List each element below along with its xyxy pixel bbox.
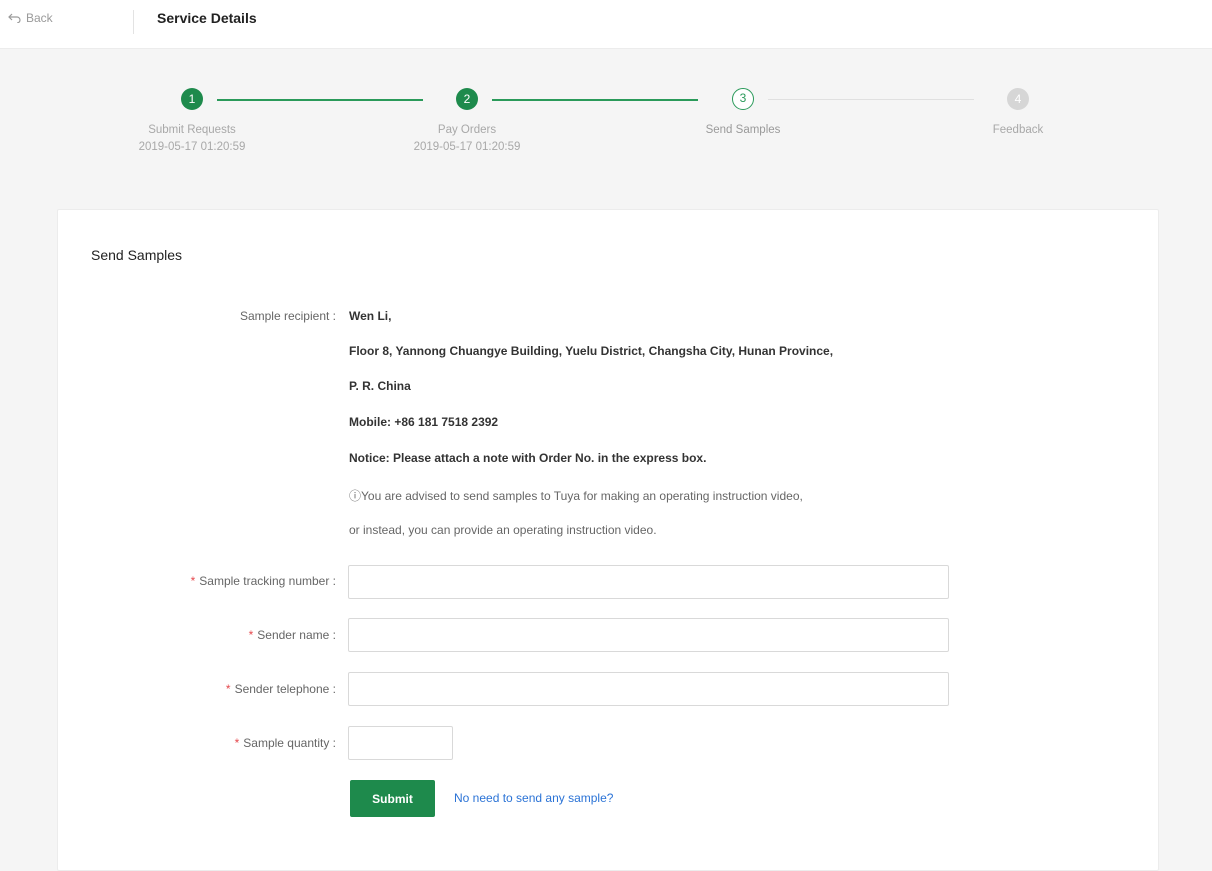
step-connector-1	[217, 99, 423, 101]
progress-stepper: 1 Submit Requests 2019-05-17 01:20:59 2 …	[0, 80, 1212, 180]
recipient-mobile: Mobile: +86 181 7518 2392	[349, 415, 499, 429]
recipient-address-line-1: Floor 8, Yannong Chuangye Building, Yuel…	[349, 344, 834, 358]
required-marker: *	[225, 682, 231, 696]
send-samples-card: Send Samples Sample recipient : Wen Li, …	[57, 209, 1159, 871]
sample-quantity-label-text: Sample quantity :	[243, 736, 336, 750]
page-title: Service Details	[157, 10, 257, 26]
back-arrow-icon	[8, 13, 22, 23]
required-marker: *	[190, 574, 196, 588]
step-1-time: 2019-05-17 01:20:59	[138, 141, 246, 153]
recipient-address-line-2: P. R. China	[349, 379, 411, 393]
recipient-label: Sample recipient :	[239, 309, 336, 323]
header-divider	[133, 10, 134, 34]
sender-telephone-label-text: Sender telephone :	[234, 682, 336, 696]
step-1-check-icon: 1	[181, 88, 203, 110]
sender-telephone-label: * Sender telephone :	[58, 682, 336, 696]
section-title: Send Samples	[91, 247, 183, 263]
step-connector-2	[492, 99, 698, 101]
required-marker: *	[248, 628, 254, 642]
step-4-label: Feedback	[992, 124, 1044, 136]
sample-quantity-input[interactable]	[348, 726, 453, 760]
tracking-number-input[interactable]	[348, 565, 949, 599]
no-sample-link[interactable]: No need to send any sample?	[454, 791, 613, 805]
video-advice-line-2: or instead, you can provide an operating…	[349, 523, 657, 537]
step-2-check-icon: 2	[456, 88, 478, 110]
step-2-label: Pay Orders	[437, 124, 497, 136]
sample-quantity-label: * Sample quantity :	[58, 736, 336, 750]
recipient-name: Wen Li,	[349, 309, 392, 323]
sender-name-label-text: Sender name :	[257, 628, 336, 642]
step-3-label: Send Samples	[705, 124, 781, 136]
step-connector-3	[768, 99, 974, 100]
sender-telephone-input[interactable]	[348, 672, 949, 706]
tracking-number-label: * Sample tracking number :	[58, 574, 336, 588]
step-1-label: Submit Requests	[148, 124, 236, 136]
step-4-pending-icon: 4	[1007, 88, 1029, 110]
sender-name-label: * Sender name :	[58, 628, 336, 642]
step-3-current-icon: 3	[732, 88, 754, 110]
express-notice: Notice: Please attach a note with Order …	[349, 451, 707, 465]
sender-name-input[interactable]	[348, 618, 949, 652]
submit-button[interactable]: Submit	[350, 780, 435, 817]
step-2-time: 2019-05-17 01:20:59	[413, 141, 521, 153]
tracking-number-label-text: Sample tracking number :	[199, 574, 336, 588]
video-advice-line-1: ⓘYou are advised to send samples to Tuya…	[349, 489, 803, 503]
top-bar: Back Service Details	[0, 0, 1212, 49]
required-marker: *	[234, 736, 240, 750]
back-button[interactable]: Back	[8, 11, 53, 25]
back-label: Back	[26, 11, 53, 25]
